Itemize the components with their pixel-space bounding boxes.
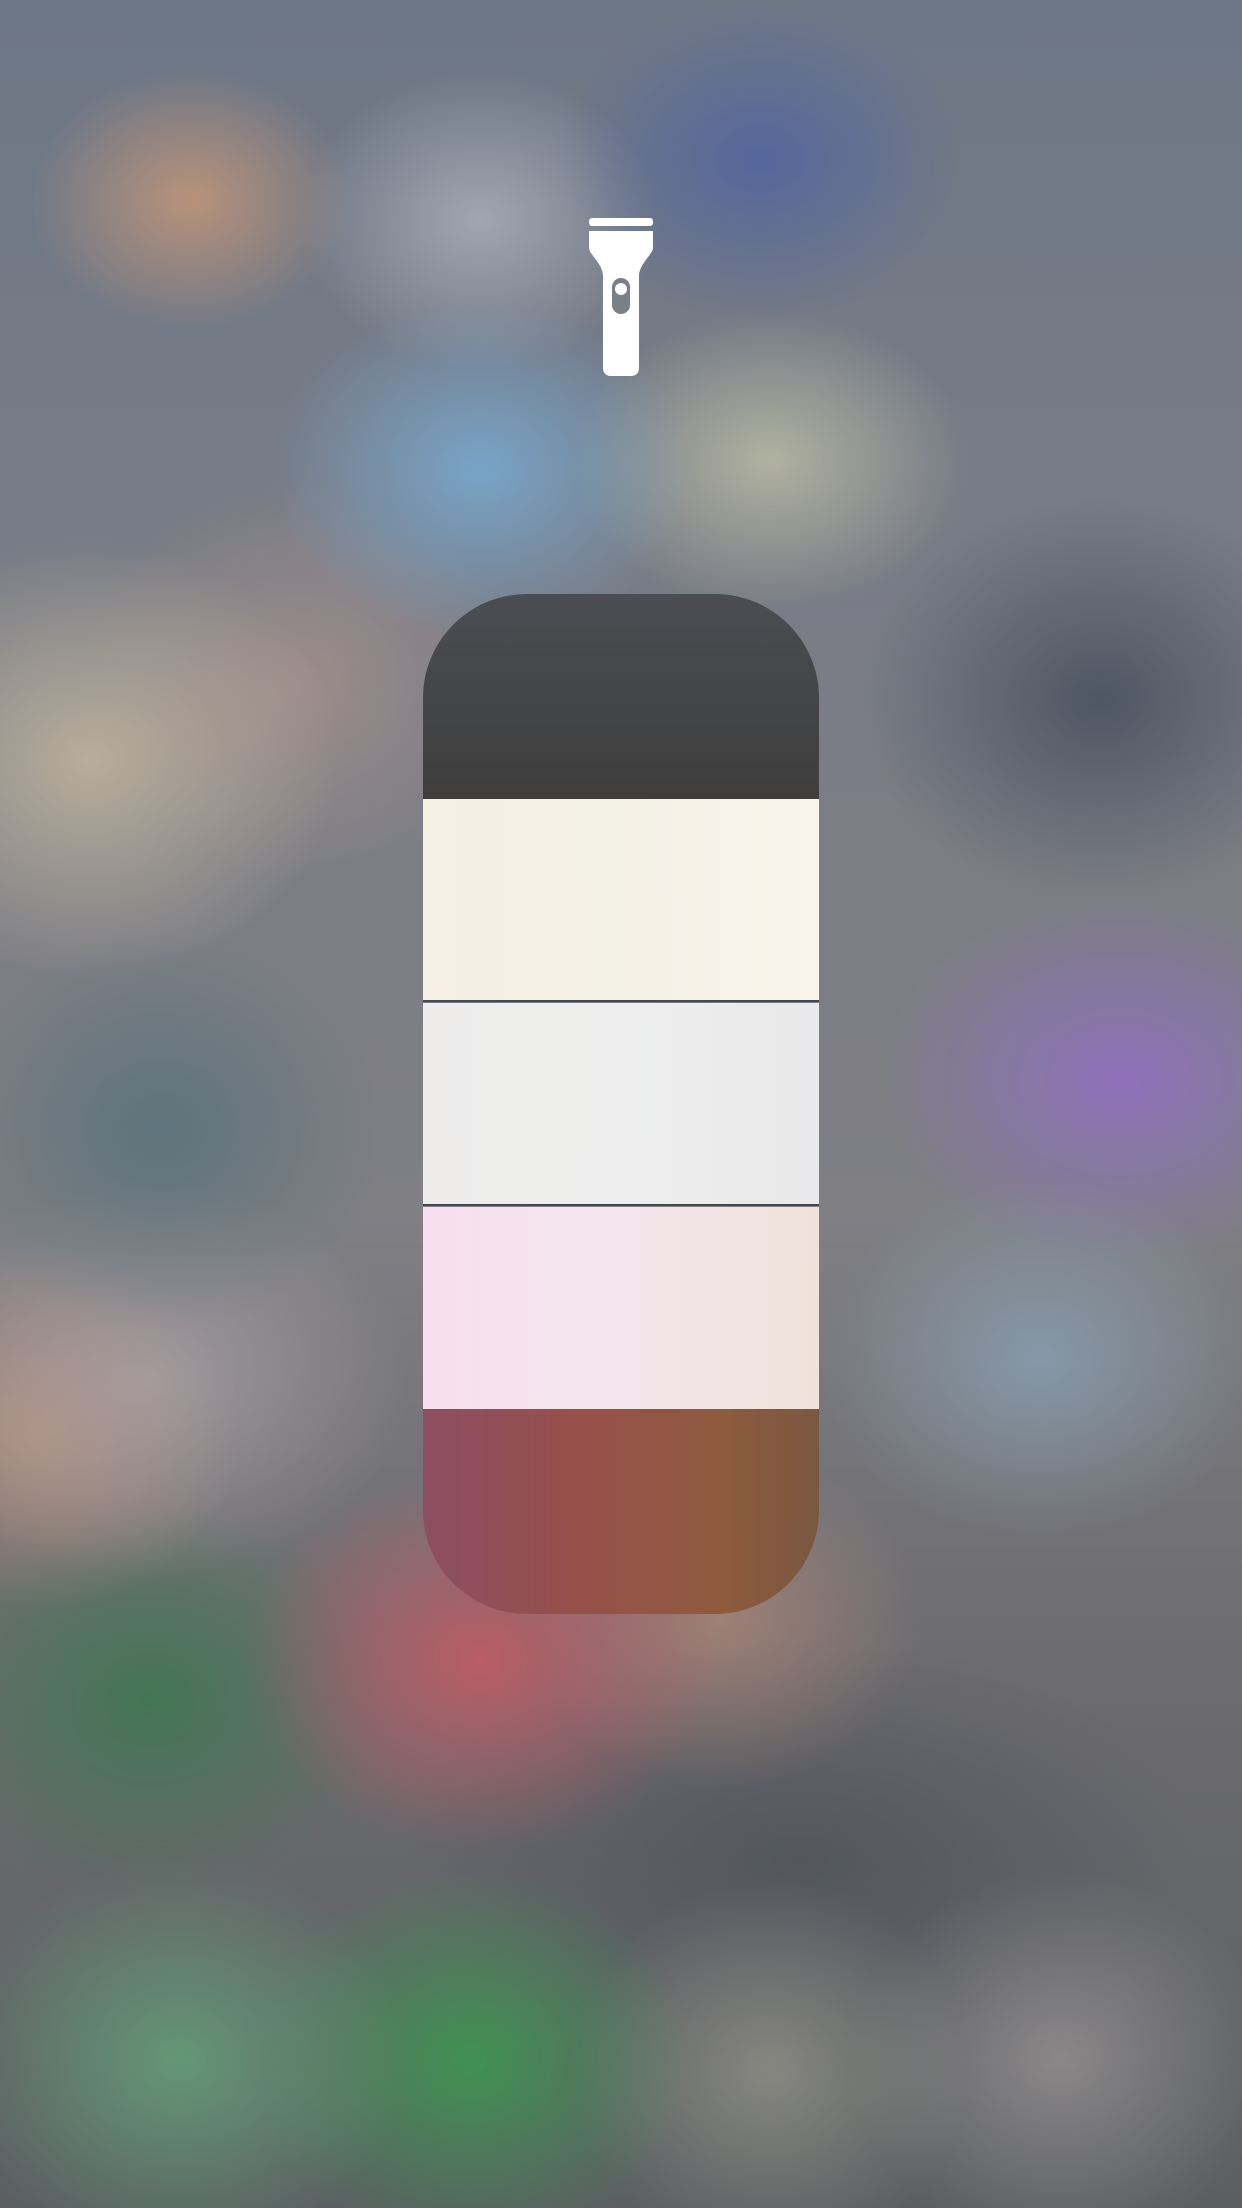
brightness-level-2-segment[interactable]: [423, 1003, 819, 1206]
flashlight-icon: [589, 218, 653, 376]
brightness-level-3-segment[interactable]: [423, 799, 819, 1002]
brightness-level-0-segment[interactable]: [423, 1409, 819, 1614]
brightness-level-1-segment[interactable]: [423, 1207, 819, 1409]
brightness-slider[interactable]: [423, 594, 819, 1614]
brightness-level-4-segment[interactable]: [423, 594, 819, 799]
